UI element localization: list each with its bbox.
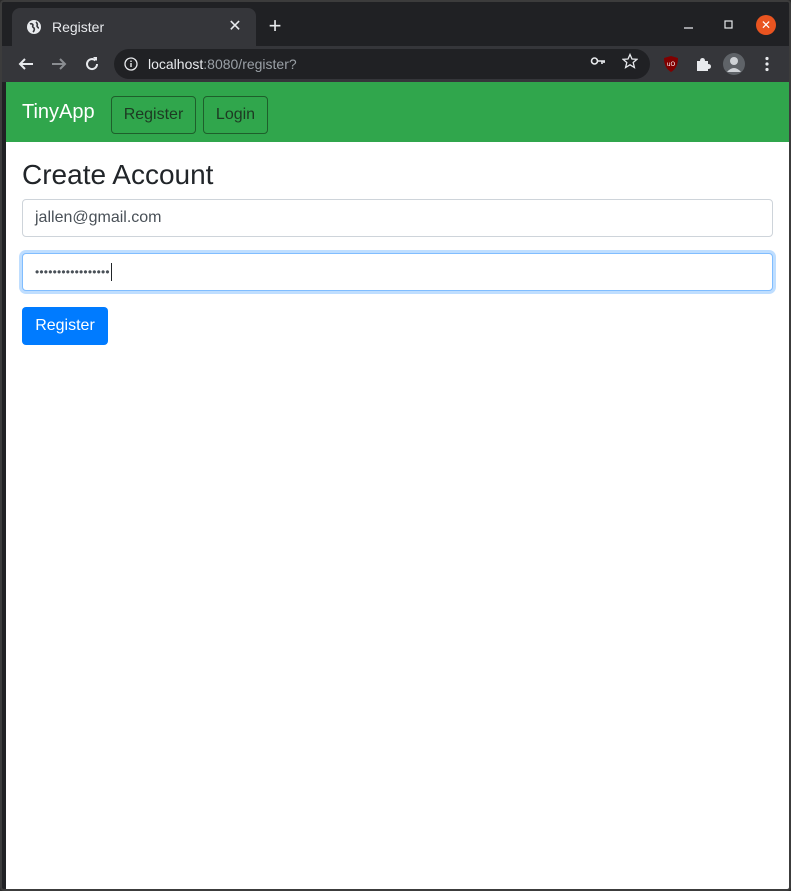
profile-avatar[interactable]	[723, 53, 745, 75]
tab-close-icon[interactable]: ✕	[226, 18, 244, 36]
maximize-button[interactable]	[718, 14, 740, 36]
back-button[interactable]	[14, 52, 38, 76]
address-bar[interactable]: localhost:8080/register?	[114, 49, 650, 79]
forward-button[interactable]	[47, 52, 71, 76]
nav-login-button[interactable]: Login	[203, 96, 268, 134]
email-field[interactable]: jallen@gmail.com	[22, 199, 773, 237]
brand-logo[interactable]: TinyApp	[22, 101, 95, 124]
page-title: Create Account	[22, 159, 214, 190]
password-value: •••••••••••••••••	[35, 265, 110, 279]
reload-button[interactable]	[80, 52, 104, 76]
browser-toolbar: localhost:8080/register? uO	[2, 46, 789, 82]
extensions-puzzle-icon[interactable]	[692, 53, 714, 75]
back-arrow-icon	[18, 58, 33, 70]
close-window-button[interactable]: ✕	[756, 15, 776, 35]
minimize-icon	[684, 27, 693, 29]
text-caret	[110, 263, 112, 281]
info-icon[interactable]	[124, 57, 138, 71]
email-value: jallen@gmail.com	[35, 209, 162, 226]
browser-tab[interactable]: Register ✕	[12, 8, 256, 46]
forward-arrow-icon	[52, 58, 67, 70]
minimize-button[interactable]	[678, 14, 700, 36]
password-field[interactable]: •••••••••••••••••	[22, 253, 773, 291]
nav-register-button[interactable]: Register	[111, 96, 196, 134]
reload-icon	[86, 57, 99, 71]
maximize-icon	[724, 20, 733, 29]
password-key-icon[interactable]	[590, 53, 606, 69]
browser-window: Register ✕ + ✕ localhost:8080/register?	[0, 0, 791, 891]
new-tab-button[interactable]: +	[264, 15, 286, 37]
bookmark-star-icon[interactable]	[622, 53, 638, 69]
tab-strip: Register ✕ + ✕	[2, 2, 789, 46]
browser-menu-icon[interactable]	[756, 53, 778, 75]
tab-title: Register	[52, 19, 105, 35]
app-navbar: TinyApp Register Login	[6, 82, 789, 142]
close-icon: ✕	[760, 18, 772, 32]
register-submit-button[interactable]: Register	[22, 307, 108, 345]
ublock-extension-icon[interactable]: uO	[660, 53, 682, 75]
globe-icon	[27, 20, 41, 34]
svg-text:uO: uO	[667, 61, 676, 68]
url-text: localhost:8080/register?	[148, 56, 297, 72]
page-content: TinyApp Register Login Create Account ja…	[6, 82, 789, 889]
